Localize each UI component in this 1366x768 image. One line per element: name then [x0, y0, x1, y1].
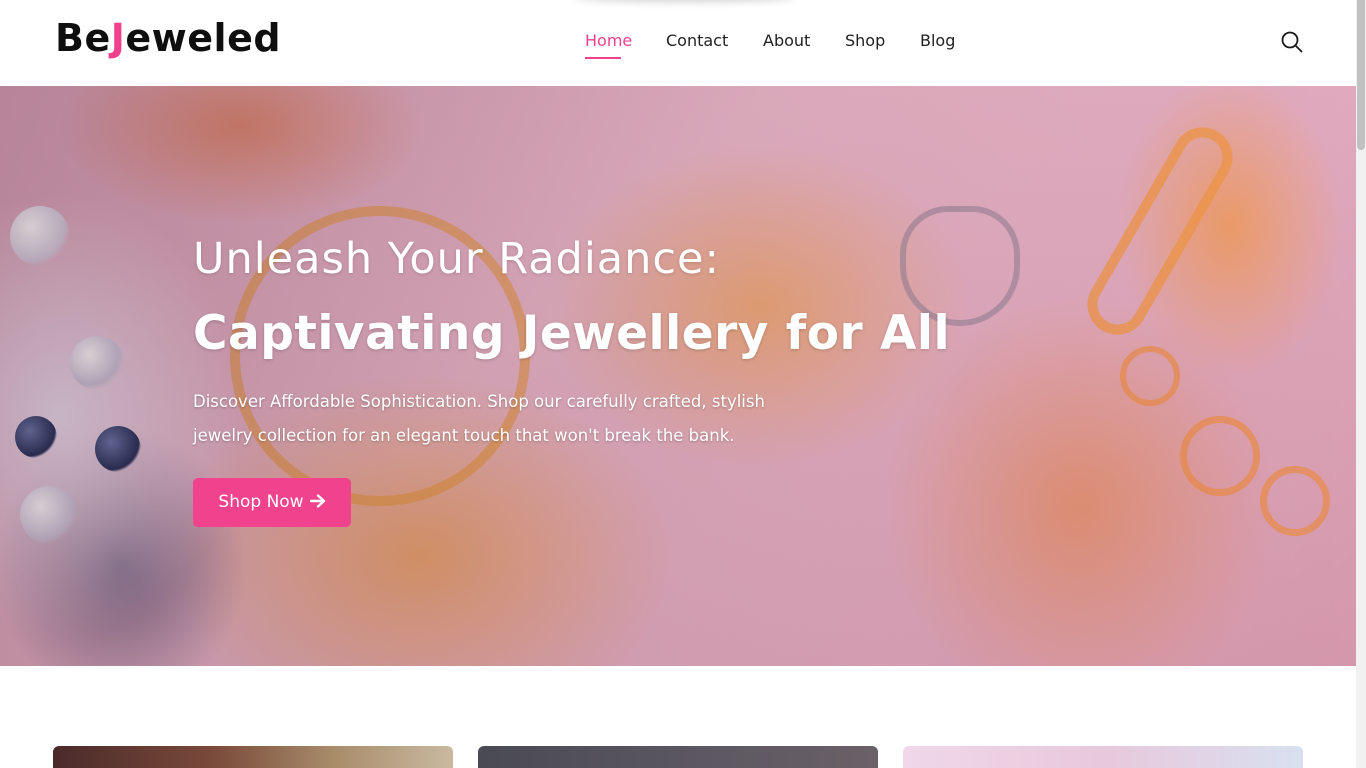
- hero-overlay: [0, 86, 1356, 666]
- nav-active-underline: [585, 57, 621, 59]
- hero-description: Discover Affordable Sophistication. Shop…: [193, 392, 765, 445]
- nav-item-contact[interactable]: Contact: [666, 30, 728, 52]
- search-icon: [1281, 31, 1303, 53]
- category-card-image[interactable]: [53, 746, 453, 768]
- page: BeJeweled Home Contact About Shop Blog U…: [0, 0, 1366, 768]
- logo-accent-letter: J: [110, 16, 126, 60]
- arrow-right-icon: [309, 478, 326, 527]
- logo-suffix: eweled: [125, 16, 282, 60]
- search-button[interactable]: [1280, 30, 1304, 54]
- page-scrollbar[interactable]: [1356, 0, 1366, 768]
- scrollbar-thumb[interactable]: [1357, 0, 1365, 150]
- nav-item-home[interactable]: Home: [585, 30, 632, 52]
- hero-title: Captivating Jewellery for All: [193, 306, 951, 361]
- shop-now-button[interactable]: Shop Now: [193, 478, 351, 527]
- nav-item-shop[interactable]: Shop: [845, 30, 885, 52]
- category-card-image[interactable]: [478, 746, 878, 768]
- nav-item-blog[interactable]: Blog: [920, 30, 955, 52]
- nav-item-about[interactable]: About: [763, 30, 810, 52]
- site-header: BeJeweled Home Contact About Shop Blog: [0, 0, 1356, 86]
- site-logo[interactable]: BeJeweled: [55, 14, 281, 62]
- hero-banner: Unleash Your Radiance: Captivating Jewel…: [0, 86, 1356, 666]
- hero-subtitle: Unleash Your Radiance:: [193, 234, 720, 284]
- category-card-image[interactable]: [903, 746, 1303, 768]
- shop-now-label: Shop Now: [218, 492, 304, 512]
- logo-prefix: Be: [55, 16, 111, 60]
